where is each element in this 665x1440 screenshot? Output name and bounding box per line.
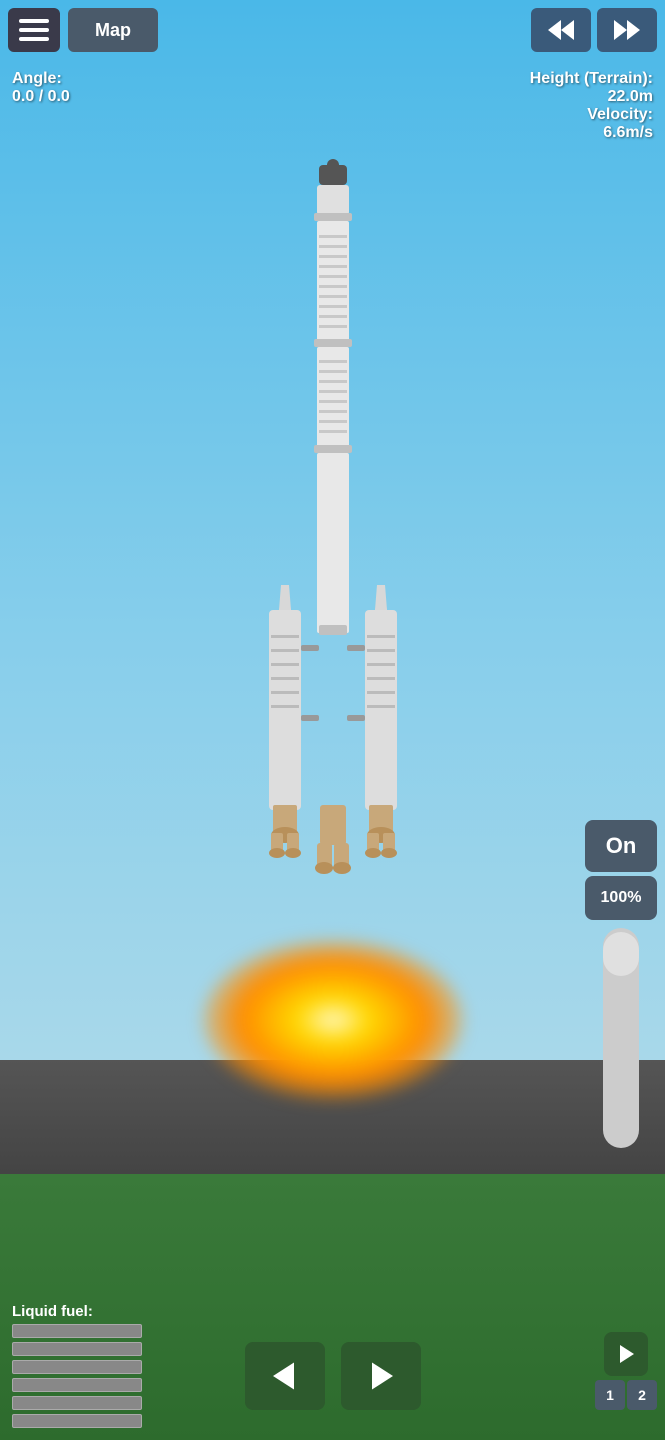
menu-bar-1 xyxy=(19,19,49,23)
stage-buttons: 1 2 xyxy=(595,1380,657,1410)
bottom-center-controls xyxy=(245,1342,421,1410)
fuel-bar-5 xyxy=(12,1396,142,1410)
stats-right: Height (Terrain): 22.0m Velocity: 6.6m/s xyxy=(530,70,653,142)
bottom-right-controls: 1 2 xyxy=(595,1332,657,1410)
fastforward-button[interactable] xyxy=(597,8,657,52)
right-panel: On 100% xyxy=(585,820,657,1148)
stage-1-button[interactable]: 1 xyxy=(595,1380,625,1410)
stage-2-button[interactable]: 2 xyxy=(627,1380,657,1410)
fuel-bar-2 xyxy=(12,1342,142,1356)
right-controls xyxy=(531,8,657,52)
fuel-panel: Liquid fuel: xyxy=(12,1303,142,1432)
throttle-track[interactable] xyxy=(603,928,639,1148)
rocket xyxy=(223,155,443,1000)
play-button-small[interactable] xyxy=(604,1332,648,1376)
velocity-value: 6.6m/s xyxy=(530,124,653,142)
menu-button[interactable] xyxy=(8,8,60,52)
menu-bar-3 xyxy=(19,37,49,41)
top-bar: Map xyxy=(8,8,657,52)
height-value: 22.0m xyxy=(530,88,653,106)
menu-bar-2 xyxy=(19,28,49,32)
nav-left-button[interactable] xyxy=(245,1342,325,1410)
fuel-bar-1 xyxy=(12,1324,142,1338)
engine-on-button[interactable]: On xyxy=(585,820,657,872)
map-button[interactable]: Map xyxy=(68,8,158,52)
fuel-bar-6 xyxy=(12,1414,142,1428)
throttle-thumb[interactable] xyxy=(603,932,639,976)
throttle-percent-button[interactable]: 100% xyxy=(585,876,657,920)
nav-right-button[interactable] xyxy=(341,1342,421,1410)
angle-label: Angle: xyxy=(12,70,70,88)
fuel-bar-3 xyxy=(12,1360,142,1374)
height-label: Height (Terrain): xyxy=(530,70,653,88)
left-controls: Map xyxy=(8,8,158,52)
rewind-button[interactable] xyxy=(531,8,591,52)
fuel-label: Liquid fuel: xyxy=(12,1303,142,1320)
stats-left: Angle: 0.0 / 0.0 xyxy=(12,70,70,106)
velocity-label: Velocity: xyxy=(530,106,653,124)
angle-value: 0.0 / 0.0 xyxy=(12,88,70,106)
fuel-bar-4 xyxy=(12,1378,142,1392)
